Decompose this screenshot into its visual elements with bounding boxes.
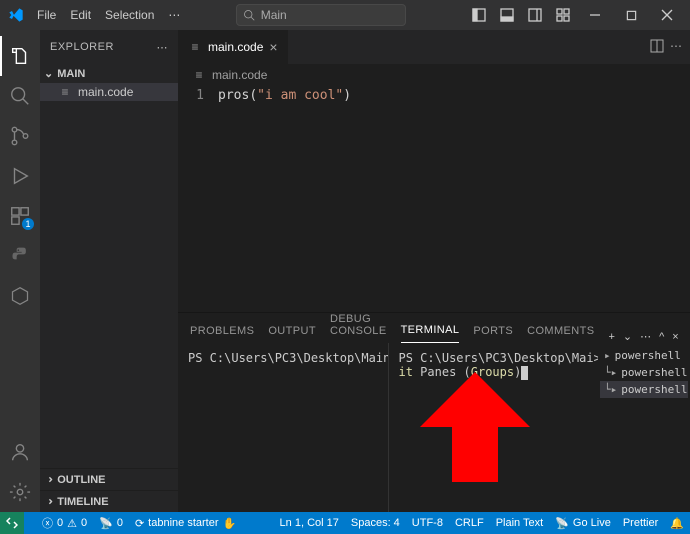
customize-layout-icon[interactable] (550, 0, 576, 30)
menu-overflow[interactable]: ⋯ (161, 0, 187, 30)
layout-sidebar-right-icon[interactable] (522, 0, 548, 30)
window-minimize-icon[interactable] (578, 0, 612, 30)
status-language[interactable]: Plain Text (496, 517, 544, 530)
chevron-right-icon: ⌄ (42, 475, 55, 484)
folder-root[interactable]: ⌄ MAIN (40, 64, 178, 83)
status-line-col[interactable]: Ln 1, Col 17 (280, 517, 339, 530)
layout-sidebar-left-icon[interactable] (466, 0, 492, 30)
sync-icon: ⟳ (135, 517, 144, 530)
editor-area: ≡ main.code × ⋯ ≡ main.code 1 pros("i am… (178, 30, 690, 512)
split-editor-icon[interactable] (650, 39, 664, 56)
section-timeline[interactable]: ⌄ TIMELINE (40, 490, 178, 512)
extensions-badge: 1 (22, 218, 34, 230)
file-icon: ≡ (188, 40, 202, 54)
menu-edit[interactable]: Edit (63, 0, 98, 30)
panel-tab-terminal[interactable]: TERMINAL (401, 324, 460, 343)
status-spaces[interactable]: Spaces: 4 (351, 517, 400, 530)
editor-more-icon[interactable]: ⋯ (670, 39, 682, 56)
activity-source-control-icon[interactable] (0, 116, 40, 156)
activity-run-debug-icon[interactable] (0, 156, 40, 196)
terminal-pane-1[interactable]: PS C:\Users\PC3\Desktop\Main> (178, 343, 389, 512)
menu-file[interactable]: File (30, 0, 63, 30)
window-close-icon[interactable] (650, 0, 684, 30)
window-maximize-icon[interactable] (614, 0, 648, 30)
tab-bar: ≡ main.code × ⋯ (178, 30, 690, 64)
remote-indicator[interactable] (0, 512, 24, 534)
activity-hex-icon[interactable] (0, 276, 40, 316)
titlebar: File Edit Selection ⋯ Main (0, 0, 690, 30)
command-center-search[interactable]: Main (236, 4, 406, 26)
close-icon[interactable]: × (269, 39, 277, 55)
activity-account-icon[interactable] (0, 432, 40, 472)
chevron-down-icon: ⌄ (44, 67, 53, 80)
error-icon: ⓧ (42, 515, 53, 531)
terminal-list: ▸powershell └▸powershell └▸powershell (598, 343, 690, 512)
terminal-item-3[interactable]: └▸powershell (600, 381, 688, 398)
status-tabnine[interactable]: ⟳tabnine starter✋ (135, 517, 236, 530)
terminal-item-2[interactable]: └▸powershell (600, 364, 688, 381)
panel-tab-output[interactable]: OUTPUT (268, 325, 316, 343)
status-prettier[interactable]: Prettier (623, 517, 658, 530)
status-go-live[interactable]: 📡Go Live (555, 517, 611, 530)
new-terminal-icon[interactable]: + (608, 331, 614, 343)
warning-icon: ⚠ (67, 517, 77, 530)
editor-content[interactable]: 1 pros("i am cool") (178, 86, 690, 312)
breadcrumb[interactable]: ≡ main.code (178, 64, 690, 86)
terminal-icon: ▸ (604, 349, 611, 362)
sidebar-title: EXPLORER ⋯ (40, 30, 178, 64)
search-text: Main (261, 8, 287, 22)
activity-extensions-icon[interactable]: 1 (0, 196, 40, 236)
code-line: pros("i am cool") (218, 88, 351, 312)
layout-panel-icon[interactable] (494, 0, 520, 30)
terminal-item-1[interactable]: ▸powershell (600, 347, 688, 364)
status-encoding[interactable]: UTF-8 (412, 517, 443, 530)
line-number: 1 (178, 88, 218, 312)
vscode-logo-icon (8, 7, 24, 23)
panel-tab-problems[interactable]: PROBLEMS (190, 325, 254, 343)
terminal-icon: └▸ (604, 366, 617, 379)
panel: PROBLEMS OUTPUT DEBUG CONSOLE TERMINAL P… (178, 312, 690, 512)
panel-tab-bar: PROBLEMS OUTPUT DEBUG CONSOLE TERMINAL P… (178, 313, 690, 343)
panel-more-icon[interactable]: ⋯ (640, 330, 651, 343)
terminal-icon: └▸ (604, 383, 617, 396)
file-main-code[interactable]: ≡ main.code (40, 83, 178, 101)
broadcast-icon: 📡 (555, 517, 569, 530)
terminal-pane-2[interactable]: PS C:\Users\PC3\Desktop\Mai> Spl it Pane… (389, 343, 599, 512)
activity-python-icon[interactable] (0, 236, 40, 276)
status-problems[interactable]: ⓧ0 ⚠0 (42, 515, 87, 531)
chevron-right-icon: ⌄ (42, 497, 55, 506)
activity-explorer-icon[interactable] (0, 36, 40, 76)
activity-settings-icon[interactable] (0, 472, 40, 512)
status-bar: ⓧ0 ⚠0 📡0 ⟳tabnine starter✋ Ln 1, Col 17 … (0, 512, 690, 534)
status-eol[interactable]: CRLF (455, 517, 484, 530)
radio-tower-icon: 📡 (99, 517, 113, 530)
panel-tab-ports[interactable]: PORTS (473, 325, 513, 343)
panel-tab-comments[interactable]: COMMENTS (527, 325, 594, 343)
section-outline[interactable]: ⌄ OUTLINE (40, 468, 178, 490)
sidebar: EXPLORER ⋯ ⌄ MAIN ≡ main.code ⌄ OUTLINE … (40, 30, 178, 512)
maximize-panel-icon[interactable]: ^ (659, 331, 664, 343)
file-icon: ≡ (192, 68, 206, 82)
terminal-dropdown-icon[interactable]: ⌄ (623, 330, 632, 343)
close-panel-icon[interactable]: × (672, 331, 678, 343)
activity-search-icon[interactable] (0, 76, 40, 116)
status-ports[interactable]: 📡0 (99, 517, 123, 530)
activity-bar: 1 (0, 30, 40, 512)
panel-tab-debug-console[interactable]: DEBUG CONSOLE (330, 313, 387, 343)
menu-selection[interactable]: Selection (98, 0, 161, 30)
file-icon: ≡ (58, 85, 72, 99)
sidebar-more-icon[interactable]: ⋯ (157, 41, 169, 54)
status-notifications-icon[interactable]: 🔔 (670, 517, 684, 530)
tab-main-code[interactable]: ≡ main.code × (178, 30, 289, 64)
